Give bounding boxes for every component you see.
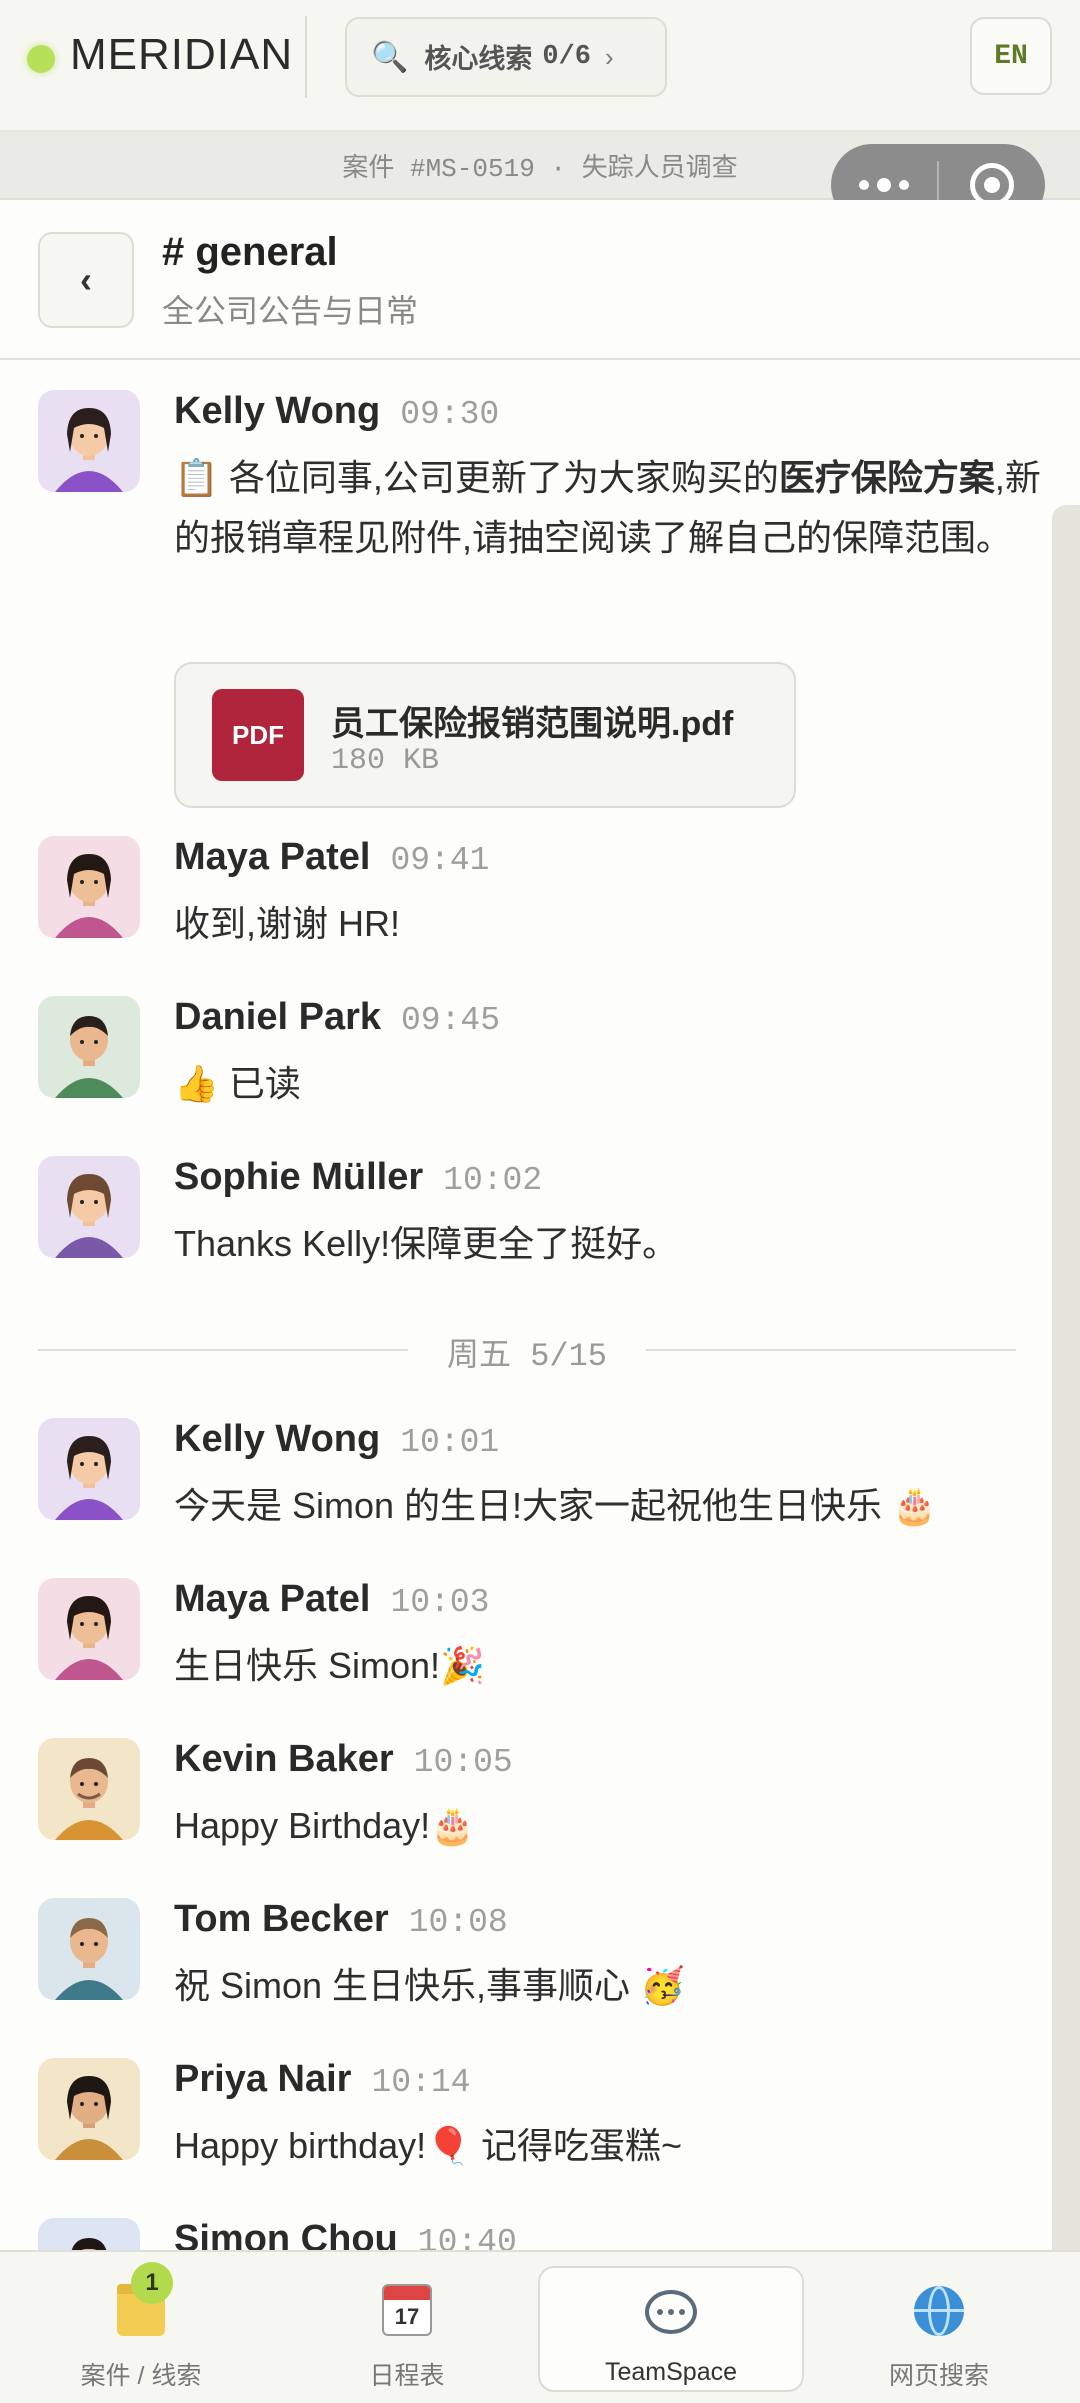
core-clues-button[interactable]: 🔍 核心线索 0/6 ›	[345, 17, 667, 97]
search-icon: 🔍	[371, 40, 409, 74]
message-time: 10:02	[443, 1162, 543, 1199]
avatar[interactable]	[38, 1738, 140, 1840]
message-text: 祝 Simon 生日快乐,事事顺心 🥳	[174, 1965, 685, 2006]
globe-icon	[914, 2284, 964, 2340]
nav-label: 案件 / 线索	[80, 2362, 202, 2390]
avatar[interactable]	[38, 836, 140, 938]
sender-name: Maya Patel 09:41	[174, 836, 490, 879]
nav-item-schedule[interactable]: 17 日程表	[274, 2252, 540, 2403]
bottom-navigation: 1 案件 / 线索 17 日程表 TeamSpace 网页搜索	[0, 2250, 1080, 2403]
sender-name: Kelly Wong 09:30	[174, 390, 500, 433]
calendar-icon-day: 17	[394, 2304, 420, 2329]
message-time: 10:03	[390, 1584, 490, 1621]
nav-item-web-search[interactable]: 网页搜索	[806, 2252, 1072, 2403]
nav-label: 网页搜索	[888, 2362, 989, 2390]
message-time: 10:05	[413, 1744, 513, 1781]
message-time: 10:01	[400, 1424, 500, 1461]
folder-icon: 1	[117, 2262, 173, 2340]
message-time: 09:30	[400, 396, 500, 433]
message-text: 今天是 Simon 的生日!大家一起祝他生日快乐 🎂	[174, 1485, 937, 1526]
sender-name: Tom Becker 10:08	[174, 1898, 508, 1941]
channel-title: # general	[162, 230, 338, 274]
avatar[interactable]	[38, 1898, 140, 2000]
pdf-file-icon: PDF	[212, 689, 304, 781]
divider	[305, 16, 307, 98]
notification-badge: 1	[131, 2262, 173, 2304]
message-text: Happy birthday!🎈 记得吃蛋糕~	[174, 2125, 682, 2166]
nav-label: 日程表	[369, 2362, 445, 2390]
avatar[interactable]	[38, 996, 140, 1098]
nav-label: TeamSpace	[604, 2358, 738, 2386]
core-clues-count: 0/6	[542, 42, 591, 72]
message-text: Happy Birthday!🎂	[174, 1805, 475, 1846]
sender-name: Maya Patel 10:03	[174, 1578, 490, 1621]
nav-item-cases[interactable]: 1 案件 / 线索	[8, 2252, 274, 2403]
separator-line	[38, 1349, 408, 1351]
day-separator-label: 周五 5/15	[446, 1338, 608, 1375]
message-text: 📋 各位同事,公司更新了为大家购买的医疗保险方案,新的报销章程见附件,请抽空阅读…	[174, 457, 1041, 558]
brand-logo-text: MERIDIAN	[70, 30, 294, 79]
avatar[interactable]	[38, 1418, 140, 1520]
scrollbar[interactable]	[1052, 505, 1080, 2250]
message-time: 10:40	[417, 2224, 517, 2250]
sender-name: Sophie Müller 10:02	[174, 1156, 543, 1199]
channel-header: ‹ # general 全公司公告与日常	[0, 200, 1080, 360]
attachment-filename: 员工保险报销范围说明.pdf	[331, 705, 734, 743]
avatar[interactable]	[38, 2058, 140, 2160]
message-time: 09:41	[390, 842, 490, 879]
calendar-icon: 17	[382, 2284, 432, 2340]
message-list[interactable]: Kelly Wong 09:30 📋 各位同事,公司更新了为大家购买的医疗保险方案…	[0, 360, 1080, 2250]
status-dot-icon	[27, 45, 55, 73]
sender-name: Kelly Wong 10:01	[174, 1418, 500, 1461]
nav-item-teamspace[interactable]: TeamSpace	[538, 2266, 804, 2392]
day-separator: 周五 5/15	[38, 1325, 1016, 1375]
sender-name: Simon Chou 10:40	[174, 2218, 517, 2250]
message-text: Thanks Kelly!保障更全了挺好。	[174, 1223, 679, 1264]
separator-line	[646, 1349, 1016, 1351]
language-toggle-button[interactable]: EN	[970, 17, 1052, 95]
avatar[interactable]	[38, 1578, 140, 1680]
message-text: 👍 已读	[174, 1063, 301, 1104]
sender-name: Daniel Park 09:45	[174, 996, 501, 1039]
chat-bubble-icon	[645, 2286, 697, 2342]
top-app-bar: MERIDIAN 🔍 核心线索 0/6 › EN	[0, 0, 1080, 132]
sender-name: Priya Nair 10:14	[174, 2058, 471, 2101]
message-bold-text: 医疗保险方案	[778, 457, 995, 498]
message-text: 收到,谢谢 HR!	[174, 903, 401, 944]
message-time: 10:08	[408, 1904, 508, 1941]
avatar[interactable]	[38, 2218, 140, 2250]
pdf-attachment[interactable]: PDF 员工保险报销范围说明.pdf 180 KB	[174, 662, 796, 808]
avatar[interactable]	[38, 390, 140, 492]
channel-subtitle: 全公司公告与日常	[162, 293, 419, 329]
case-info-text: 案件 #MS-0519 · 失踪人员调查	[342, 153, 738, 184]
message-time: 10:14	[371, 2064, 471, 2101]
core-clues-label: 核心线索	[424, 47, 533, 77]
message-text: 生日快乐 Simon!🎉	[174, 1645, 485, 1686]
attachment-size: 180 KB	[331, 744, 440, 778]
more-options-icon[interactable]	[831, 178, 937, 192]
sender-name: Kevin Baker 10:05	[174, 1738, 513, 1781]
avatar[interactable]	[38, 1156, 140, 1258]
chevron-right-icon: ›	[604, 41, 614, 72]
message-time: 09:45	[401, 1002, 501, 1039]
back-button[interactable]: ‹	[38, 232, 134, 328]
